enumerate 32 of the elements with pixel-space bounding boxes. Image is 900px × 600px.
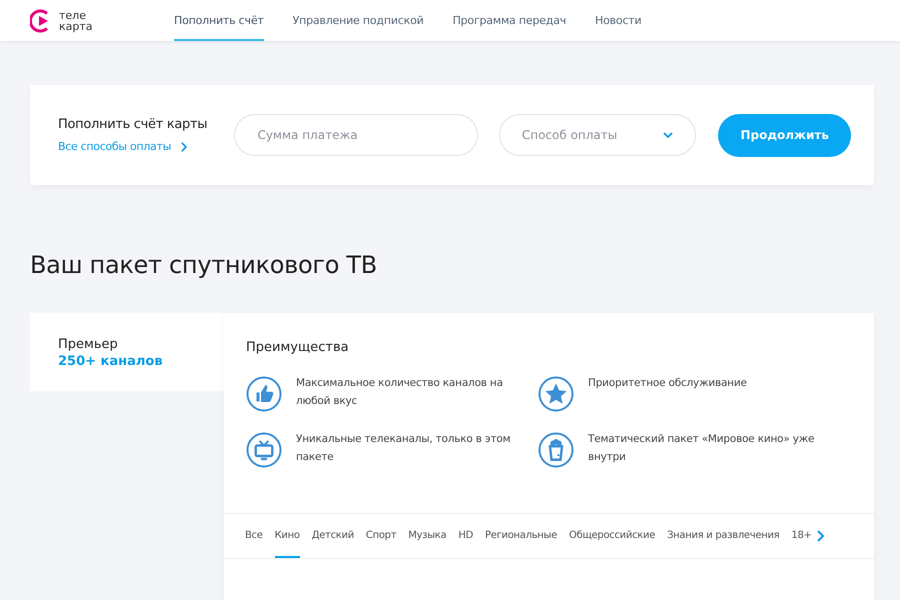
category-tab[interactable]: Все [245,514,263,558]
category-tab[interactable]: Региональные [485,514,557,558]
nav-link[interactable]: Новости [595,0,642,41]
amount-field[interactable]: Сумма платежа [234,114,478,156]
category-tab[interactable]: Знания и развлечения [667,514,780,558]
nav-link[interactable]: Программа передач [452,0,566,41]
package-name: Премьер [58,337,119,352]
tv-icon [246,432,282,468]
nav-link[interactable]: Управление подпиской [292,0,424,41]
benefit-text: Максимальное количество каналов на любой вкус [296,376,504,409]
chevron-right-icon [180,142,187,152]
chevron-right-icon[interactable] [816,530,824,542]
nav-link[interactable]: Пополнить счёт [174,0,264,41]
category-tab[interactable]: Музыка [408,514,446,558]
category-tab[interactable]: HD [458,514,473,558]
benefit-text: Уникальные телеканалы, только в этом пакете [296,432,512,465]
channel-count: 250+ каналов [58,354,164,369]
category-tab[interactable]: Спорт [366,514,396,558]
category-tab[interactable]: 18+ [791,514,812,558]
caret-icon [663,132,674,138]
benefit-text: Тематический пакет «Мировое кино» уже внутри [588,432,816,465]
category-tab[interactable]: Общероссийские [569,514,656,558]
payment-title: Пополнить счёт карты [58,117,208,132]
category-tab[interactable]: Детский [312,514,354,558]
popcorn-icon [538,432,574,468]
logo-text: карта [59,20,93,32]
benefit-text: Приоритетное обслуживание [588,376,748,391]
category-tab[interactable]: Кино [274,514,300,558]
thumbs-up-icon [246,376,282,412]
logo-text: теле [59,10,87,20]
benefits-title: Преимущества [246,340,350,355]
page-heading: Ваш пакет спутникового ТВ [30,251,378,279]
